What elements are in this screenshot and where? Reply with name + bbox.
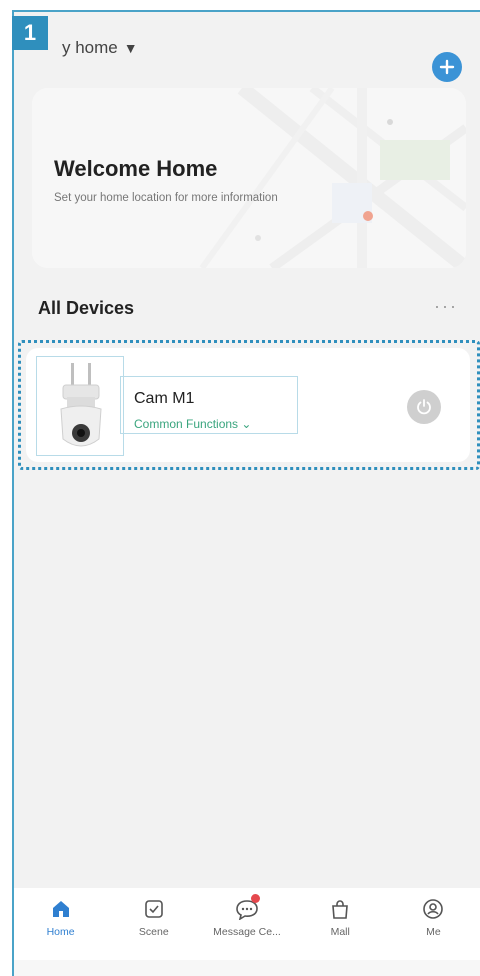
welcome-subtitle: Set your home location for more informat… (54, 192, 278, 204)
app-screen: y home ▼ Welcome Home Set your home loca… (12, 10, 480, 976)
welcome-title: Welcome Home (54, 156, 218, 181)
tab-me[interactable]: Me (387, 888, 480, 960)
home-icon (52, 901, 69, 917)
tab-label: Me (426, 926, 441, 938)
checkbox-icon (144, 900, 163, 918)
caret-down-icon: ▼ (123, 40, 138, 56)
notification-badge (250, 894, 260, 903)
power-icon (417, 399, 431, 415)
top-bar: y home ▼ (14, 12, 480, 82)
tab-label: Message Ce... (213, 926, 281, 938)
tab-label: Home (46, 926, 75, 938)
home-selector[interactable]: y home ▼ (62, 38, 138, 58)
step-number-badge: 1 (12, 16, 48, 50)
device-name[interactable]: Cam M1 (134, 390, 194, 408)
tab-mall[interactable]: Mall (294, 888, 387, 960)
add-button[interactable] (432, 52, 462, 82)
user-icon (423, 899, 444, 919)
tab-label: Mall (330, 926, 350, 938)
tab-home[interactable]: Home (14, 888, 107, 960)
tab-label: Scene (138, 926, 169, 938)
all-devices-title: All Devices (38, 298, 135, 318)
camera-thumbnail (36, 356, 124, 456)
home-selector-label: y home (62, 38, 118, 57)
camera-device-icon (60, 363, 102, 447)
power-button[interactable] (407, 390, 441, 424)
bottom-safe-area (14, 960, 480, 976)
plus-circle-icon (439, 59, 455, 75)
welcome-card[interactable]: Welcome Home Set your home location for … (32, 88, 466, 268)
tab-scene[interactable]: Scene (107, 888, 200, 960)
more-options-button[interactable]: ··· (434, 296, 458, 317)
shopping-bag-icon (332, 900, 349, 919)
tab-message-center[interactable]: Message Ce... (200, 888, 293, 960)
common-functions-link[interactable]: Common Functions ⌄ (134, 417, 251, 431)
bottom-tab-bar: Home Scene Message Ce... Mall Me (14, 888, 480, 960)
